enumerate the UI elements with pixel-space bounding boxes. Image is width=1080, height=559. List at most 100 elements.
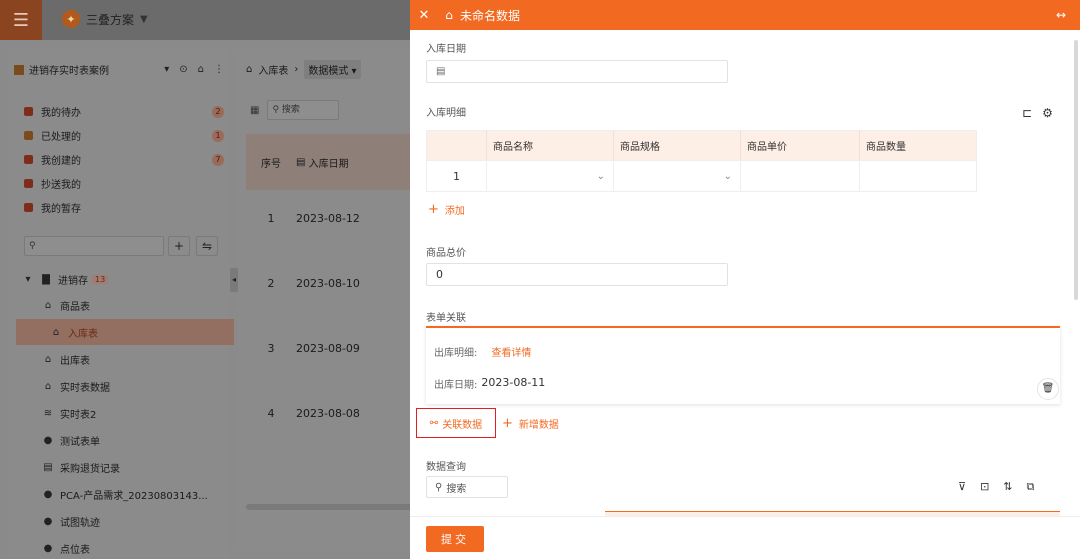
sort-icon[interactable]: ⇅ <box>1003 480 1012 494</box>
grid-view-icon[interactable]: ▦ <box>250 105 259 116</box>
field-label-total: 商品总价 <box>426 248 466 259</box>
field-label-query: 数据查询 <box>426 462 466 473</box>
product-price-input[interactable] <box>740 161 859 191</box>
menu-icon[interactable]: ☰ <box>0 0 42 40</box>
sort-button[interactable]: ⇋ <box>196 236 218 256</box>
add-row-button[interactable]: + 添加 <box>428 202 465 217</box>
data-list-panel: ⌂ 入库表 › 数据模式 ▾ ▦ ⚲ 搜索 序号 ▤ 入库日期 1 2023-0… <box>238 48 414 551</box>
created-icon <box>24 155 33 164</box>
export-icon[interactable]: ⊏ <box>1022 106 1032 120</box>
home-icon[interactable]: ⌂ <box>198 64 204 75</box>
tree-item-outbound[interactable]: ⌂ 出库表 <box>42 346 252 372</box>
tree-item-realtime2[interactable]: ≋ 实时表2 <box>42 400 252 426</box>
col-header-date[interactable]: 入库日期 <box>309 155 349 170</box>
vertical-scrollbar[interactable] <box>1074 40 1078 300</box>
tree-item-label: 入库表 <box>68 328 98 340</box>
list-search-input[interactable]: ⚲ 搜索 <box>267 100 340 120</box>
tree-item-test-form[interactable]: ● 测试表单 <box>42 427 252 453</box>
table-row[interactable]: 2 2023-08-10 <box>246 251 414 315</box>
tree-item-returns[interactable]: ▤ 采购退货记录 <box>42 454 252 480</box>
query-search-input[interactable]: ⚲ 搜索 <box>426 476 508 498</box>
row-index: 1 <box>453 169 460 183</box>
app-name: 三叠方案 <box>86 12 135 27</box>
tree-root-folder[interactable]: ▾ ▇ 进销存 13 <box>22 266 232 292</box>
nav-item-processed[interactable]: 已处理的 1 <box>24 128 224 143</box>
search-icon: ⚲ <box>435 481 443 493</box>
horizontal-scrollbar[interactable] <box>246 504 414 510</box>
close-icon[interactable]: ✕ <box>410 8 438 23</box>
settings-icon[interactable]: ⚙ <box>1042 106 1053 120</box>
app-switcher[interactable]: ✦ 三叠方案 ▼ <box>62 10 148 28</box>
total-price-field[interactable]: 0 <box>426 263 728 286</box>
nav-item-label: 抄送我的 <box>41 180 81 191</box>
nav-item-label: 我的暂存 <box>41 204 81 215</box>
subtable-toolbar: ⊏ ⚙ <box>1022 106 1053 120</box>
product-spec-select[interactable]: ⌄ <box>613 161 740 191</box>
expand-icon[interactable]: ↔ <box>1056 8 1066 22</box>
calendar-icon: ▤ <box>436 66 446 77</box>
field-label-date: 入库日期 <box>426 44 466 55</box>
product-name-select[interactable]: ⌄ <box>486 161 613 191</box>
relation-detail-key: 出库明细: <box>434 348 478 359</box>
new-data-button[interactable]: + 新增数据 <box>502 416 559 431</box>
mode-dropdown[interactable]: 数据模式 ▾ <box>304 60 361 79</box>
table-row[interactable]: 4 2023-08-08 <box>246 381 414 445</box>
col-header-qty: 商品数量 <box>859 131 976 160</box>
plus-icon: + <box>428 202 439 217</box>
add-button[interactable]: + <box>168 236 190 256</box>
nav-item-todo[interactable]: 我的待办 2 <box>24 104 224 119</box>
processed-icon <box>24 131 33 140</box>
tree-item-label: 出库表 <box>60 355 90 367</box>
home-icon: ⌂ <box>52 326 60 338</box>
expand-caret-icon[interactable]: ▾ <box>22 274 34 285</box>
field-settings-icon[interactable]: ⊡ <box>980 480 989 494</box>
nav-item-label: 已处理的 <box>41 132 81 143</box>
breadcrumb-separator: › <box>294 64 299 75</box>
search-icon: ⚲ <box>29 241 36 251</box>
delete-icon[interactable]: 🗑 <box>1037 378 1059 400</box>
date-picker-field[interactable]: ▤ <box>426 60 728 83</box>
link-data-button[interactable]: ⚯ 关联数据 <box>416 408 496 438</box>
nav-item-drafts[interactable]: 我的暂存 <box>24 200 224 215</box>
table-row[interactable]: 3 2023-08-09 <box>246 316 414 380</box>
settings-icon[interactable]: ⊙ <box>179 64 187 75</box>
nav-item-created[interactable]: 我创建的 7 <box>24 152 224 167</box>
table-row[interactable]: 1 2023-08-12 <box>246 186 414 250</box>
sidebar-search-input[interactable]: ⚲ <box>24 236 164 256</box>
home-icon[interactable]: ⌂ <box>438 8 460 22</box>
collapse-sidebar-handle[interactable]: ◂ <box>230 268 238 292</box>
submit-button[interactable]: 提交 <box>426 526 484 552</box>
field-label-relation: 表单关联 <box>426 313 466 324</box>
col-header-price: 商品单价 <box>740 131 859 160</box>
cc-icon <box>24 179 33 188</box>
tree-root-label: 进销存 <box>58 275 88 287</box>
tree-item-inbound[interactable]: ⌂ 入库表 <box>16 319 234 345</box>
tree-item-pca[interactable]: ● PCA-产品需求_20230803143... <box>42 481 252 507</box>
home-icon: ⌂ <box>44 353 52 365</box>
home-icon[interactable]: ⌂ <box>246 64 252 75</box>
detail-subtable: 商品名称 商品规格 商品单价 商品数量 1 ⌄ ⌄ <box>426 130 977 192</box>
user-icon: ● <box>43 488 53 500</box>
relation-date-value: 2023-08-11 <box>481 376 546 389</box>
count-badge: 2 <box>212 105 224 118</box>
chevron-down-icon: ⌄ <box>596 170 605 182</box>
copy-icon[interactable]: ⧉ <box>1027 480 1035 494</box>
caret-down-icon[interactable]: ▾ <box>164 64 169 75</box>
breadcrumb: ⌂ 入库表 › 数据模式 ▾ <box>246 60 361 79</box>
product-qty-input[interactable] <box>859 161 976 191</box>
filter-icon[interactable]: ⊽ <box>958 480 966 494</box>
breadcrumb-current[interactable]: 入库表 <box>258 62 288 77</box>
tree-item-realtime[interactable]: ⌂ 实时表数据 <box>42 373 252 399</box>
tree-item-track[interactable]: ● 试图轨迹 <box>42 508 252 534</box>
database-icon: ≋ <box>43 407 53 419</box>
workspace-title[interactable]: 进销存实时表案例 <box>29 62 109 77</box>
col-header-spec: 商品规格 <box>613 131 740 160</box>
tree-item-points[interactable]: ● 点位表 <box>42 535 252 559</box>
user-icon: ● <box>43 515 53 527</box>
tree-item-label: PCA-产品需求_20230803143... <box>60 490 208 502</box>
nav-item-cc[interactable]: 抄送我的 <box>24 176 224 191</box>
workspace-header: 进销存实时表案例 ▾ ⊙ ⌂ ⋮ <box>14 62 224 77</box>
view-details-link[interactable]: 查看详情 <box>491 344 531 359</box>
tree-item-products[interactable]: ⌂ 商品表 <box>42 292 252 318</box>
more-icon[interactable]: ⋮ <box>214 64 224 75</box>
